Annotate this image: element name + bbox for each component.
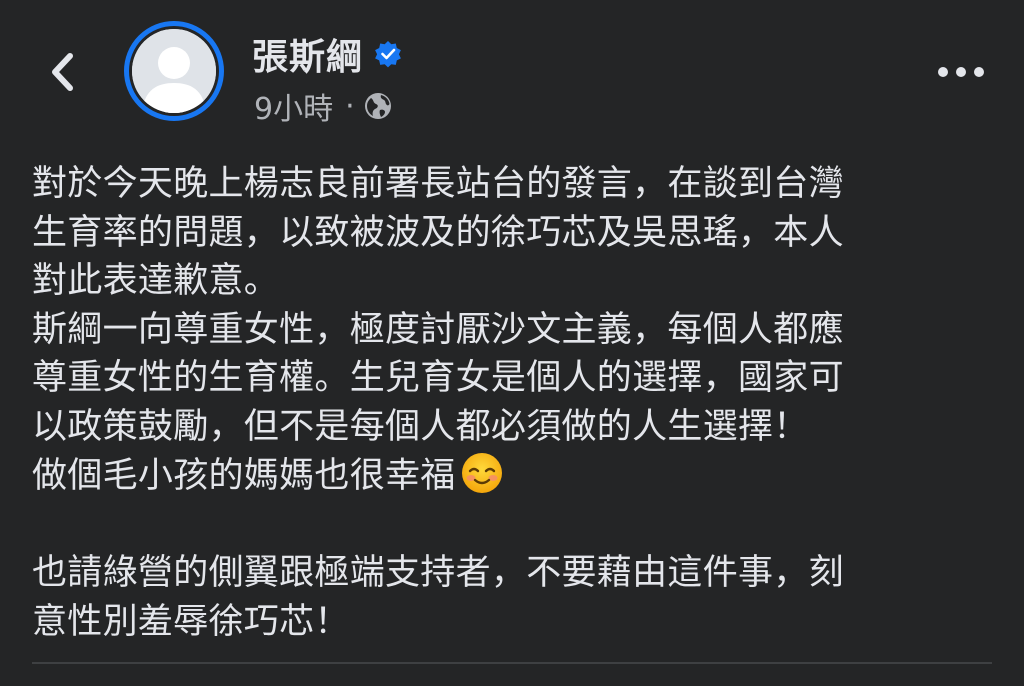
smiling-face-emoji-icon xyxy=(460,451,504,495)
default-profile-icon xyxy=(132,29,216,113)
verified-badge-icon xyxy=(373,39,403,69)
avatar[interactable] xyxy=(132,29,216,113)
post-meta: 9小時 · xyxy=(254,84,393,128)
back-button[interactable] xyxy=(38,48,86,96)
post-divider xyxy=(32,662,992,664)
post-text: 對於今天晚上楊志良前署長站台的發言，在談到台灣 生育率的問題，以致被波及的徐巧芯… xyxy=(32,160,992,646)
more-options-button[interactable] xyxy=(934,54,988,90)
chevron-left-icon xyxy=(52,53,73,91)
post-paragraph-2: 也請綠營的側翼跟極端支持者，不要藉由這件事，刻 意性別羞辱徐巧芯！ xyxy=(32,553,844,642)
meta-separator: · xyxy=(345,88,355,124)
author-name[interactable]: 張斯綱 xyxy=(252,28,363,80)
globe-icon xyxy=(363,91,393,121)
post-timestamp[interactable]: 9小時 xyxy=(254,84,333,128)
more-horizontal-icon xyxy=(938,67,984,77)
author-row: 張斯綱 xyxy=(252,30,403,78)
post-paragraph-1: 對於今天晚上楊志良前署長站台的發言，在談到台灣 生育率的問題，以致被波及的徐巧芯… xyxy=(32,164,844,496)
avatar-story-ring[interactable] xyxy=(124,21,224,121)
